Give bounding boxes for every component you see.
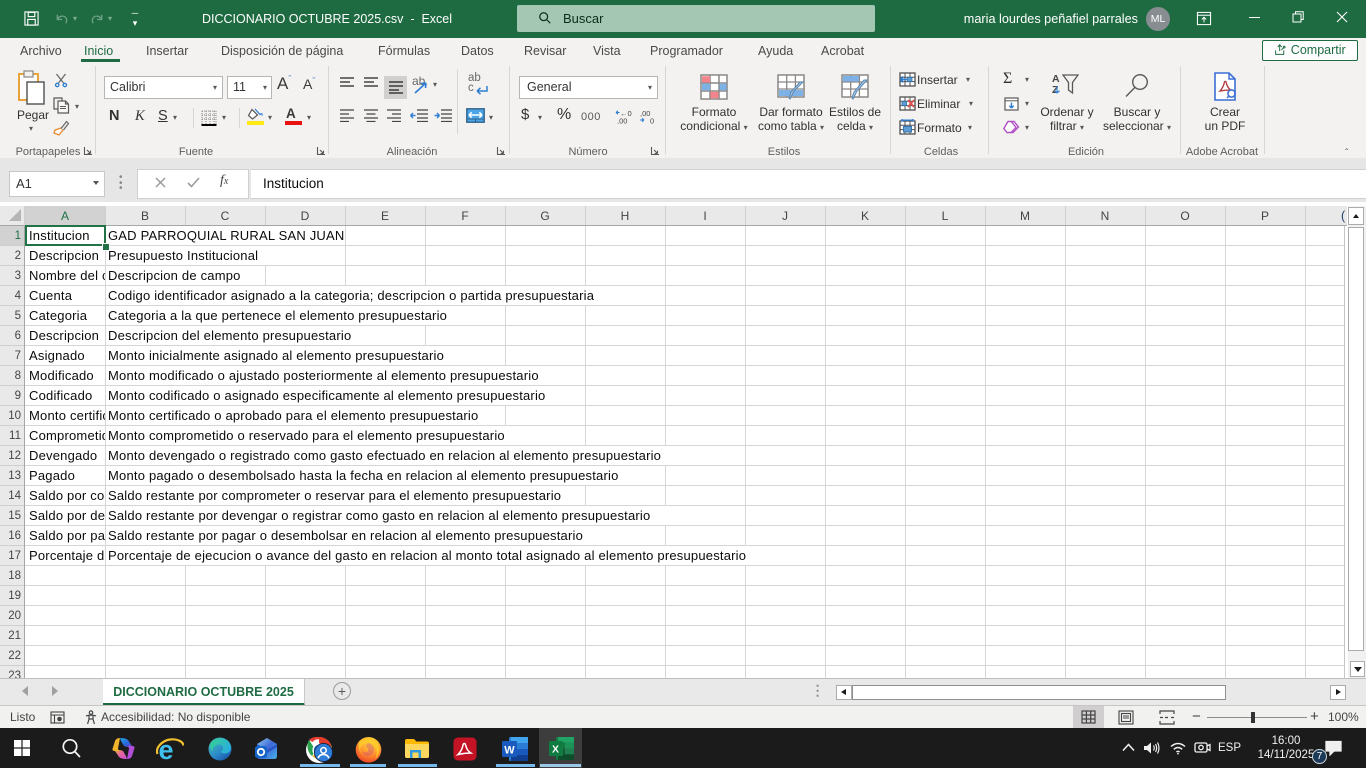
svg-text:,00: ,00 <box>640 109 650 118</box>
svg-text:W: W <box>504 745 515 757</box>
svg-text:0: 0 <box>650 117 654 125</box>
svg-text:X: X <box>552 744 559 756</box>
svg-text:,00: ,00 <box>617 117 627 125</box>
